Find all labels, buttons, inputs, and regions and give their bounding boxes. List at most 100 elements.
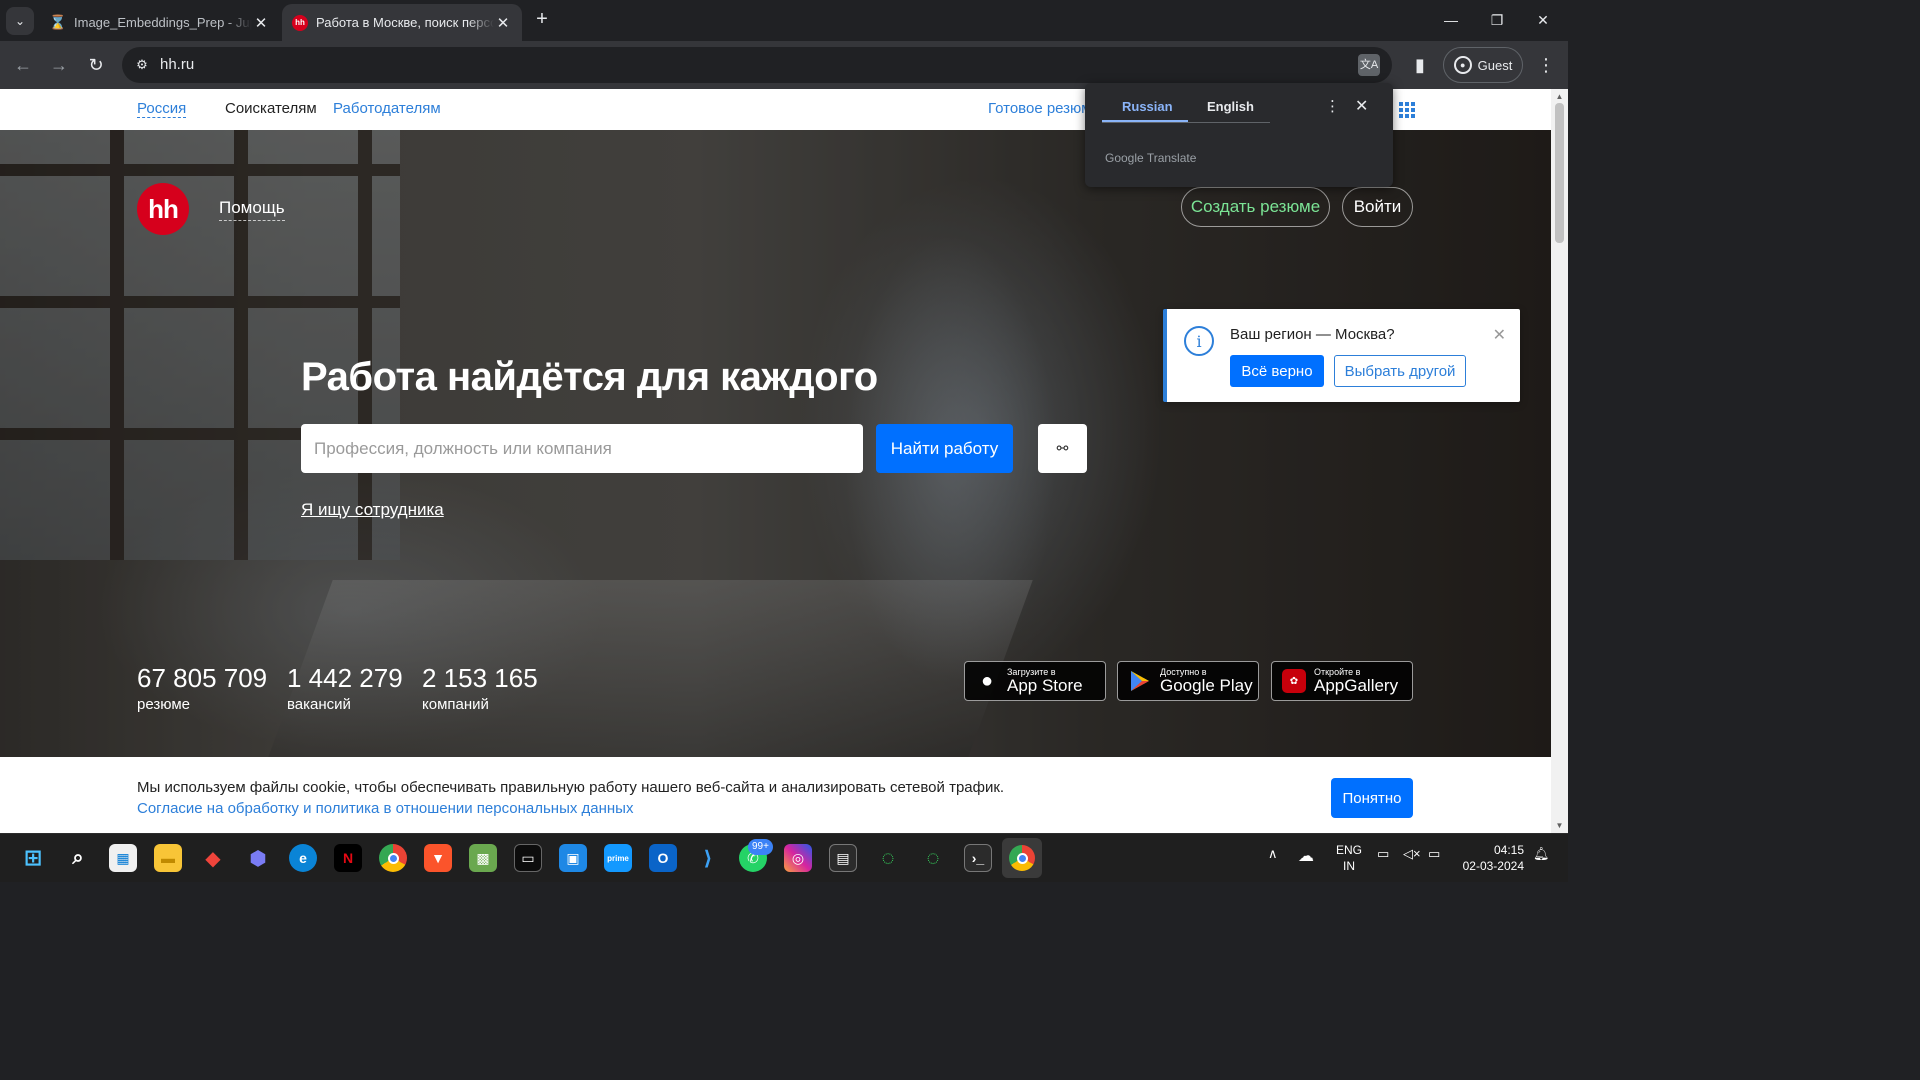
- active-tab-indicator: [1102, 120, 1188, 122]
- cookie-banner: Мы используем файлы cookie, чтобы обеспе…: [0, 757, 1551, 833]
- system-clock[interactable]: 04:15 02-03-2024: [1460, 842, 1524, 874]
- info-icon: i: [1184, 326, 1214, 356]
- whatsapp-badge: 99+: [748, 839, 773, 855]
- tab-hh[interactable]: hh Работа в Москве, поиск персонала ✕: [282, 4, 522, 41]
- find-job-button[interactable]: Найти работу: [876, 424, 1013, 473]
- chrome-active-icon[interactable]: [1002, 838, 1042, 878]
- region-question: Ваш регион — Москва?: [1230, 326, 1395, 343]
- stat-value: 2 153 165: [422, 663, 538, 693]
- seekers-link[interactable]: Соискателям: [225, 100, 317, 117]
- cookie-policy-link[interactable]: Согласие на обработку и политика в отнош…: [137, 800, 633, 817]
- new-tab-button[interactable]: +: [530, 8, 554, 32]
- app-gallery-badge[interactable]: ✿ Откройте в AppGallery: [1271, 661, 1413, 701]
- search-icon[interactable]: ⌕: [64, 844, 92, 872]
- terminal-icon[interactable]: ▭: [514, 844, 542, 872]
- netflix-icon[interactable]: N: [334, 844, 362, 872]
- hero-headline: Работа найдётся для каждого: [301, 355, 878, 399]
- reload-icon[interactable]: ↻: [82, 51, 110, 79]
- hh-logo[interactable]: hh: [137, 183, 189, 235]
- close-tab-icon[interactable]: ✕: [494, 14, 512, 32]
- source-language-tab[interactable]: Russian: [1122, 99, 1173, 114]
- tab-search-button[interactable]: ⌄: [6, 7, 34, 35]
- google-play-badge[interactable]: Доступно в Google Play: [1117, 661, 1259, 701]
- instagram-icon[interactable]: ◎: [784, 844, 812, 872]
- lang-bottom: IN: [1343, 859, 1355, 873]
- job-search-input[interactable]: [301, 424, 863, 473]
- prime-video-icon[interactable]: prime: [604, 844, 632, 872]
- outlook-icon[interactable]: O: [649, 844, 677, 872]
- region-confirm-button[interactable]: Всё верно: [1230, 355, 1324, 387]
- close-icon[interactable]: ✕: [1355, 96, 1368, 116]
- store-icon[interactable]: ▦: [109, 844, 137, 872]
- stat-label: вакансий: [287, 696, 351, 713]
- start-icon[interactable]: ⊞: [19, 844, 47, 872]
- address-bar[interactable]: ⚙ hh.ru 文A: [122, 47, 1392, 83]
- chevron-up-icon[interactable]: ∧: [1268, 846, 1278, 862]
- forward-icon[interactable]: →: [45, 51, 73, 79]
- window-icon[interactable]: ▣: [559, 844, 587, 872]
- create-resume-button[interactable]: Создать резюме: [1181, 187, 1330, 227]
- notification-bell-icon[interactable]: 🔔︎: [1533, 846, 1550, 862]
- chrome-icon[interactable]: [379, 844, 407, 872]
- page-scrollbar[interactable]: ▲ ▼: [1551, 89, 1568, 833]
- badge-big-text: App Store: [1007, 676, 1083, 695]
- vscode-icon[interactable]: ⟩: [694, 844, 722, 872]
- region-choose-other-button[interactable]: Выбрать другой: [1334, 355, 1466, 387]
- back-icon[interactable]: ←: [9, 51, 37, 79]
- scroll-down-icon[interactable]: ▼: [1551, 821, 1568, 830]
- minecraft-icon[interactable]: ▩: [469, 844, 497, 872]
- battery-icon[interactable]: ▭: [1428, 846, 1440, 862]
- file-explorer-icon[interactable]: ▬: [154, 844, 182, 872]
- site-info-icon[interactable]: ⚙: [130, 53, 154, 77]
- tab-jupyter[interactable]: ⌛ Image_Embeddings_Prep - Jupyter ✕: [40, 4, 280, 41]
- copilot-icon[interactable]: ⬢: [244, 844, 272, 872]
- windows-taskbar: ⊞ ⌕ ▦ ▬ ◆ ⬢ e N ▼ ▩ ▭ ▣ prime O ⟩ ✆ 99+ …: [0, 833, 1568, 882]
- tab-strip: ⌄ ⌛ Image_Embeddings_Prep - Jupyter ✕ hh…: [0, 0, 1568, 41]
- login-button[interactable]: Войти: [1342, 187, 1413, 227]
- brave-icon[interactable]: ▼: [424, 844, 452, 872]
- anydesk-icon[interactable]: ◆: [199, 844, 227, 872]
- edge-icon[interactable]: e: [289, 844, 317, 872]
- services-grid-icon[interactable]: [1399, 102, 1415, 118]
- more-options-icon[interactable]: ⋮: [1325, 97, 1340, 115]
- cookie-accept-button[interactable]: Понятно: [1331, 778, 1413, 818]
- tab-divider: [1102, 122, 1270, 123]
- translate-icon[interactable]: 文A: [1358, 54, 1380, 76]
- hero-section: hh Помощь Создать резюме Войти Работа на…: [0, 130, 1551, 757]
- tab-title: Image_Embeddings_Prep - Jupyter: [74, 15, 252, 30]
- translate-popup: Russian English ⋮ ✕ Google Translate: [1085, 83, 1393, 187]
- scroll-up-icon[interactable]: ▲: [1551, 92, 1568, 101]
- region-link[interactable]: Россия: [137, 100, 187, 118]
- badge-big-text: AppGallery: [1314, 676, 1399, 695]
- spinner-icon[interactable]: ◌: [874, 844, 902, 872]
- language-indicator[interactable]: ENG IN: [1336, 842, 1362, 874]
- badge-big-text: Google Play: [1160, 676, 1253, 695]
- menu-kebab-icon[interactable]: ⋮: [1532, 51, 1560, 79]
- app-store-badge[interactable]: ● Загрузите в App Store: [964, 661, 1106, 701]
- advanced-search-button[interactable]: ⚯: [1038, 424, 1087, 473]
- target-language-tab[interactable]: English: [1207, 99, 1254, 114]
- sliders-icon: ⚯: [1056, 440, 1069, 456]
- apple-icon: ●: [980, 669, 994, 692]
- volume-mute-icon[interactable]: ◁×: [1403, 846, 1421, 862]
- employers-link[interactable]: Работодателям: [333, 100, 441, 117]
- console-icon[interactable]: ▤: [829, 844, 857, 872]
- scroll-thumb[interactable]: [1555, 103, 1564, 243]
- profile-button[interactable]: ● Guest: [1443, 47, 1523, 83]
- minimize-icon[interactable]: —: [1428, 8, 1474, 32]
- restore-icon[interactable]: ❐: [1474, 8, 1520, 32]
- side-panel-icon[interactable]: ▮: [1406, 51, 1434, 79]
- close-window-icon[interactable]: ✕: [1520, 8, 1566, 32]
- close-icon[interactable]: ✕: [1493, 325, 1506, 345]
- spinner-icon-2[interactable]: ◌: [919, 844, 947, 872]
- network-icon[interactable]: ▭: [1377, 846, 1389, 862]
- employer-search-link[interactable]: Я ищу сотрудника: [301, 500, 444, 520]
- region-confirm-popup: i Ваш регион — Москва? ✕ Всё верно Выбра…: [1163, 309, 1520, 402]
- url-text[interactable]: hh.ru: [160, 56, 194, 73]
- close-tab-icon[interactable]: ✕: [252, 14, 270, 32]
- terminal-2-icon[interactable]: ›_: [964, 844, 992, 872]
- help-link[interactable]: Помощь: [219, 198, 285, 221]
- ready-resume-link[interactable]: Готовое резюме: [988, 100, 1100, 117]
- cloud-icon[interactable]: ☁: [1298, 846, 1314, 866]
- huawei-icon: ✿: [1282, 669, 1306, 693]
